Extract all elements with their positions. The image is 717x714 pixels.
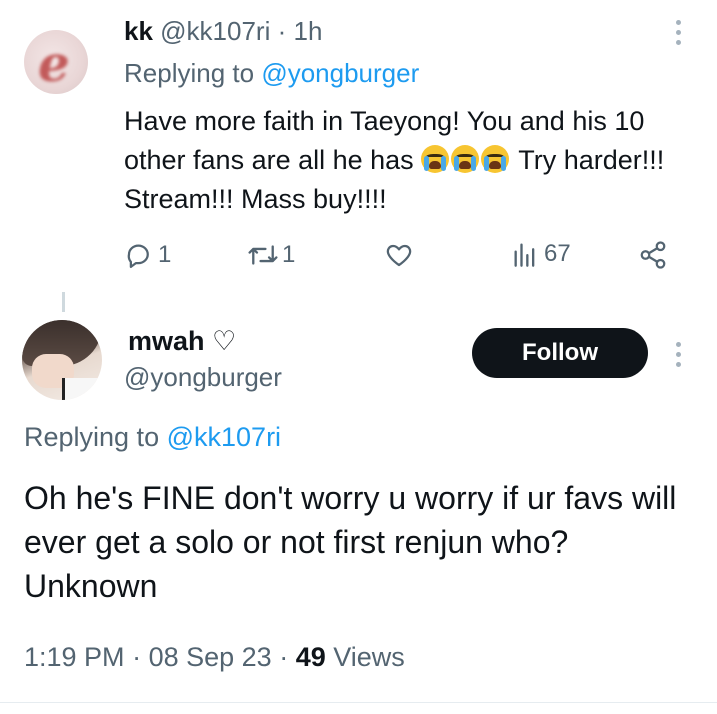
views-count: 67: [544, 240, 571, 267]
avatar-kk[interactable]: e: [24, 30, 88, 94]
replying-to: Replying to @yongburger: [124, 58, 419, 89]
views-count: 49: [295, 642, 326, 672]
follow-button[interactable]: Follow: [472, 328, 648, 378]
share-action[interactable]: [638, 240, 668, 270]
share-icon: [640, 241, 666, 269]
divider: [0, 702, 717, 703]
tweet-time[interactable]: · 1h: [278, 16, 323, 46]
replying-to: Replying to @kk107ri: [24, 422, 281, 453]
views-label: Views: [333, 642, 405, 672]
replying-to-handle-link[interactable]: @kk107ri: [167, 422, 281, 452]
main-tweet-text: Oh he's FINE don't worry u worry if ur f…: [24, 480, 677, 604]
avatar-mwah[interactable]: [22, 320, 102, 400]
display-name[interactable]: mwah ♡: [128, 326, 236, 357]
tweet-time[interactable]: 1:19 PM: [24, 642, 125, 672]
reply-icon: [127, 244, 149, 268]
tweet-date[interactable]: 08 Sep 23: [149, 642, 272, 672]
loudly-crying-face-icon: [421, 145, 450, 173]
reply-count: 1: [158, 241, 172, 268]
retweet-count: 1: [282, 241, 296, 268]
reply-tweet-text: Have more faith in Taeyong! You and his …: [124, 102, 694, 219]
user-handle[interactable]: @yongburger: [124, 362, 282, 393]
loudly-crying-face-icon: [481, 145, 510, 173]
reply-action[interactable]: 1: [124, 240, 171, 270]
views-action[interactable]: 67: [512, 240, 571, 268]
thread-connector-line: [62, 292, 65, 312]
reply-tweet-header: kk @kk107ri · 1h: [124, 16, 322, 47]
tweet-metadata: 1:19 PM · 08 Sep 23 · 49 Views: [24, 642, 405, 672]
replying-to-handle-link[interactable]: @yongburger: [261, 58, 419, 88]
heart-icon: [386, 244, 412, 267]
more-options-icon[interactable]: [676, 20, 682, 50]
bar-chart-icon: [514, 243, 535, 267]
loudly-crying-face-icon: [451, 145, 480, 173]
replying-label: Replying to: [124, 58, 255, 88]
retweet-icon: [248, 245, 278, 265]
tweet-actions-bar: 1 1 67: [124, 240, 684, 276]
retweet-action[interactable]: 1: [246, 240, 295, 270]
like-action[interactable]: [384, 240, 414, 270]
more-options-icon[interactable]: [676, 342, 682, 372]
display-name[interactable]: kk: [124, 16, 153, 46]
replying-label: Replying to: [24, 422, 160, 452]
user-handle[interactable]: @kk107ri: [160, 16, 270, 46]
